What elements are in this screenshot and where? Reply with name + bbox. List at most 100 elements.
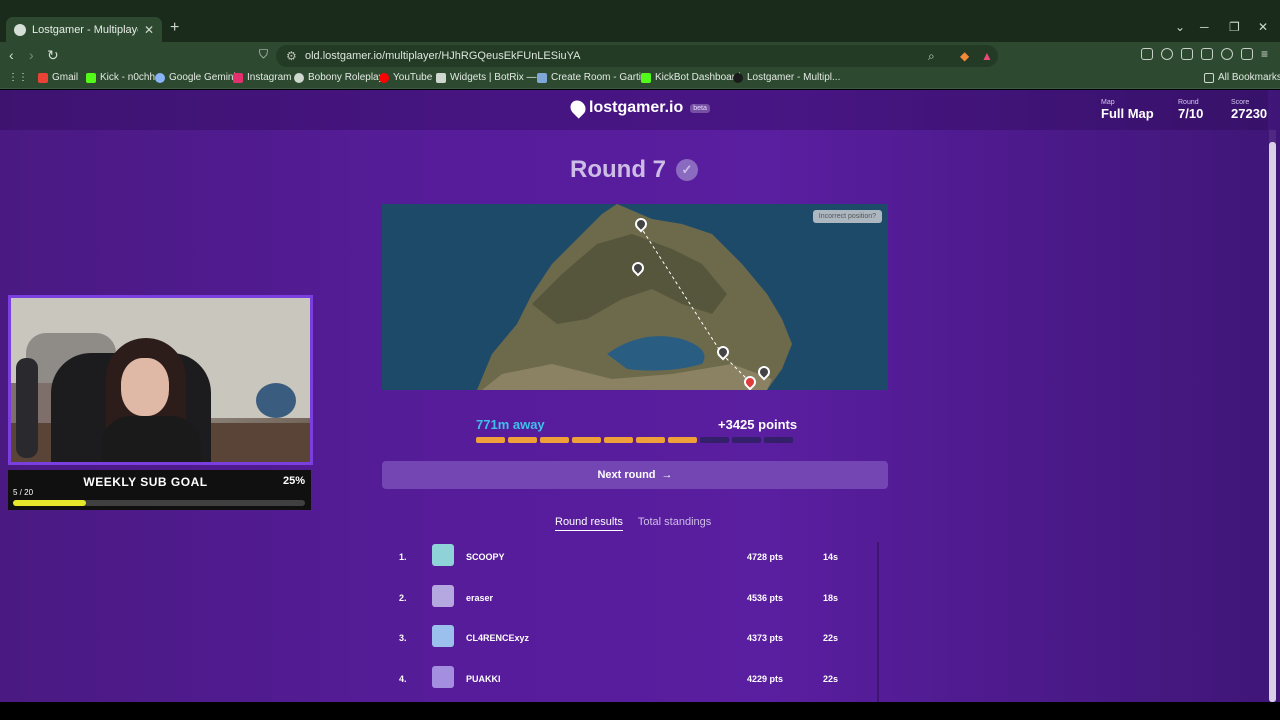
incorrect-position-button[interactable]: Incorrect position?: [812, 210, 882, 223]
progress-segment: [508, 437, 537, 443]
scrollbar-thumb[interactable]: [1269, 142, 1276, 702]
checkmark-icon: ✓: [676, 159, 698, 181]
browser-tab[interactable]: Lostgamer - Multiplayer ✕: [6, 17, 162, 42]
result-row: 4. PUAKKI 4229 pts 22s: [390, 664, 876, 694]
apps-icon[interactable]: ⋮⋮: [8, 72, 28, 83]
progress-segment: [732, 437, 761, 443]
bookmark-kick[interactable]: Kick - n0chh: [86, 72, 155, 83]
letterbox-bar: [0, 702, 1280, 720]
minimize-icon[interactable]: ─: [1200, 20, 1209, 34]
next-round-button[interactable]: Next round →: [382, 461, 888, 489]
new-tab-icon[interactable]: +: [170, 19, 179, 37]
microphone-icon: [16, 358, 38, 458]
reload-icon[interactable]: ↻: [47, 47, 59, 64]
url-text: old.lostgamer.io/multiplayer/HJhRGQeusEk…: [305, 50, 581, 62]
progress-segment: [476, 437, 505, 443]
bookmark-create-room[interactable]: Create Room - Garti...: [537, 72, 649, 83]
points-text: +3425 points: [718, 417, 798, 432]
globe-icon: [294, 72, 304, 83]
bookmark-bobony[interactable]: Bobony Roleplay: [294, 72, 384, 83]
gmail-icon: [38, 72, 48, 83]
progress-segment: [540, 437, 569, 443]
bookmark-gmail[interactable]: Gmail: [38, 72, 78, 83]
sub-goal-fill: [13, 500, 86, 506]
brave-rewards-icon[interactable]: ▲: [981, 49, 993, 63]
gartic-icon: [537, 72, 547, 83]
all-bookmarks[interactable]: All Bookmarks: [1204, 72, 1280, 83]
results-list: 1. SCOOPY 4728 pts 14s 2. eraser 4536 pt…: [390, 542, 880, 702]
score-progress: [476, 437, 793, 443]
map-terrain: [477, 204, 792, 390]
wallet-icon[interactable]: [1201, 48, 1213, 60]
score-stat: Score 27230: [1231, 99, 1268, 121]
result-row: 3. CL4RENCExyz 4373 pts 22s: [390, 623, 876, 653]
media-icon[interactable]: [1161, 48, 1173, 60]
close-tab-icon[interactable]: ✕: [144, 23, 154, 37]
bookmark-icon[interactable]: ⛉: [259, 47, 268, 62]
sub-goal-count: 5 / 20: [13, 488, 34, 497]
player-avatar: [432, 666, 454, 688]
bookmark-instagram[interactable]: Instagram: [233, 72, 291, 83]
game-header: lostgamer.io beta Map Full Map Round 7/1…: [0, 90, 1268, 130]
screen: Lostgamer - Multiplayer ✕ + ⌄ ─ ❐ ✕ ‹ › …: [0, 0, 1280, 720]
youtube-icon: [379, 72, 389, 83]
bookmark-gemini[interactable]: Google Gemini: [155, 72, 236, 83]
sub-goal-widget: WEEKLY SUB GOAL 25% 5 / 20: [8, 470, 311, 510]
logo[interactable]: lostgamer.io beta: [567, 97, 710, 119]
menu-icon[interactable]: ≡: [1261, 47, 1268, 61]
map-pin-logo-icon: [567, 97, 589, 119]
player-avatar: [432, 625, 454, 647]
results-divider: [877, 542, 879, 702]
distance-text: 771m away: [476, 417, 545, 432]
beta-badge: beta: [690, 103, 710, 113]
bookmarks-bar: ⋮⋮ Gmail Kick - n0chh Google Gemini Inst…: [0, 69, 1280, 89]
close-window-icon[interactable]: ✕: [1258, 20, 1268, 34]
lostgamer-favicon-icon: [14, 23, 26, 36]
botrix-icon: [436, 72, 446, 83]
gemini-icon: [155, 72, 165, 83]
progress-segment: [764, 437, 793, 443]
extensions-icon[interactable]: [1141, 48, 1153, 60]
kickbot-icon: [641, 72, 651, 83]
sub-goal-title: WEEKLY SUB GOAL: [83, 475, 208, 489]
leo-ai-icon[interactable]: [1221, 48, 1233, 60]
progress-segment: [604, 437, 633, 443]
arrow-right-icon: →: [661, 469, 673, 481]
webcam-overlay: [8, 295, 313, 465]
browser-toolbar: ‹ › ↻ ⛉ ⚙ old.lostgamer.io/multiplayer/H…: [0, 42, 1280, 69]
address-bar[interactable]: ⚙ old.lostgamer.io/multiplayer/HJhRGQeus…: [276, 45, 998, 67]
sub-goal-track: [13, 500, 305, 506]
bookmark-kickbot[interactable]: KickBot Dashboard: [641, 72, 741, 83]
result-row: 1. SCOOPY 4728 pts 14s: [390, 542, 876, 572]
kick-icon: [86, 72, 96, 83]
folder-icon: [1204, 72, 1214, 83]
site-info-icon[interactable]: ⚙: [286, 49, 297, 63]
instagram-icon: [233, 72, 243, 83]
sidebar-icon[interactable]: [1181, 48, 1193, 60]
results-tabs: Round results Total standings: [555, 516, 711, 531]
maximize-icon[interactable]: ❐: [1229, 20, 1240, 34]
bookmark-lostgamer[interactable]: Lostgamer - Multipl...: [733, 72, 840, 83]
player-avatar: [432, 585, 454, 607]
bookmark-botrix[interactable]: Widgets | BotRix —...: [436, 72, 545, 83]
result-map[interactable]: Incorrect position?: [382, 204, 888, 390]
bookmark-youtube[interactable]: YouTube: [379, 72, 432, 83]
round-stat: Round 7/10: [1178, 99, 1204, 121]
progress-segment: [700, 437, 729, 443]
progress-segment: [572, 437, 601, 443]
tab-title: Lostgamer - Multiplayer: [32, 23, 138, 36]
tab-total-standings[interactable]: Total standings: [638, 516, 711, 531]
map-stat: Map Full Map: [1101, 99, 1154, 121]
progress-segment: [636, 437, 665, 443]
tab-search-icon[interactable]: ⌄: [1175, 20, 1185, 34]
back-icon[interactable]: ‹: [9, 47, 14, 63]
round-title: Round 7 ✓: [570, 156, 698, 184]
zoom-search-icon[interactable]: ⌕: [928, 49, 935, 64]
player-avatar: [432, 544, 454, 566]
browser-tabbar: Lostgamer - Multiplayer ✕ + ⌄ ─ ❐ ✕: [0, 0, 1280, 42]
tab-round-results[interactable]: Round results: [555, 516, 623, 531]
vpn-icon[interactable]: [1241, 48, 1253, 60]
result-row: 2. eraser 4536 pts 18s: [390, 583, 876, 613]
brave-shield-icon[interactable]: ◆: [960, 49, 969, 63]
forward-icon[interactable]: ›: [29, 47, 34, 63]
